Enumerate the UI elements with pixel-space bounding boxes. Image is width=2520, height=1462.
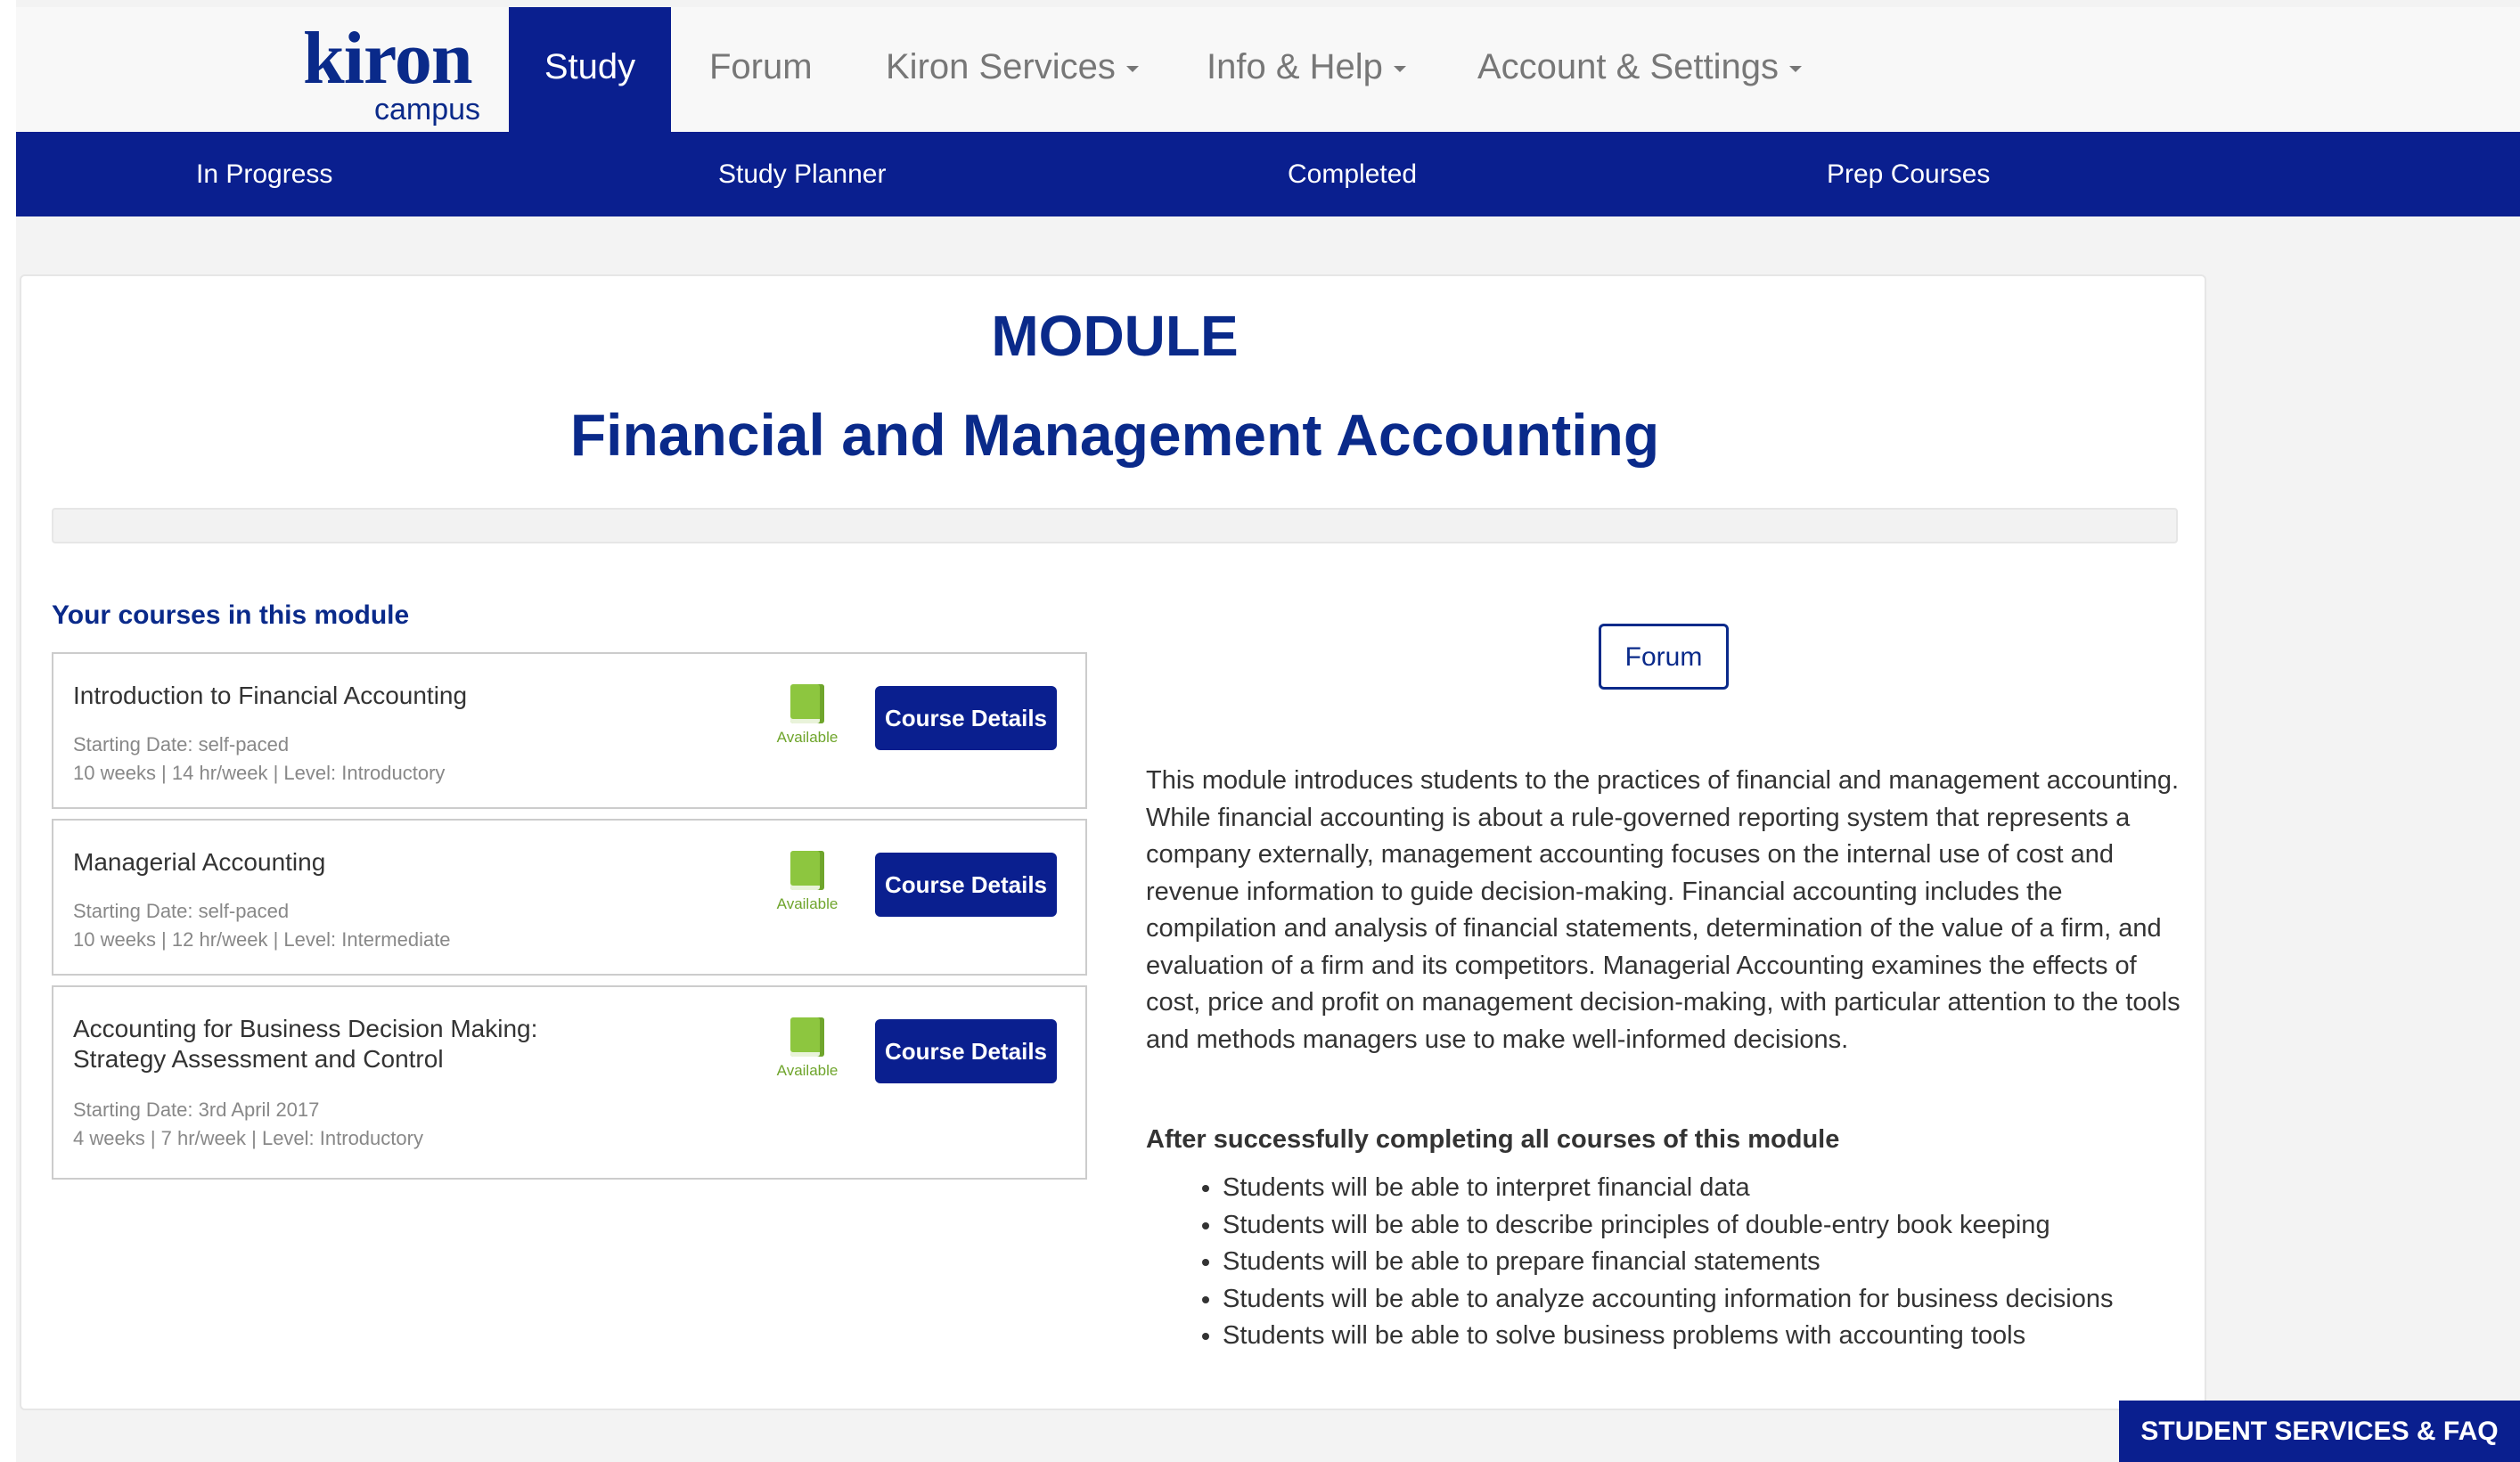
nav-account-settings[interactable]: Account & Settings [1477, 7, 1802, 132]
list-item: Students will be able to prepare financi… [1223, 1244, 2113, 1281]
book-icon [790, 1017, 824, 1057]
kiron-campus-logo[interactable]: kiron campus [285, 21, 499, 128]
nav-study-label: Study [544, 47, 636, 86]
availability-indicator: Available [772, 851, 843, 913]
subnav-study-planner[interactable]: Study Planner [718, 132, 886, 216]
nav-kiron-services-label: Kiron Services [886, 47, 1116, 86]
course-start-date: Starting Date: self-paced [73, 733, 290, 756]
nav-info-help[interactable]: Info & Help [1207, 7, 1406, 132]
nav-forum-label: Forum [709, 47, 813, 86]
page: kiron campus Study Forum Kiron Services … [16, 0, 2520, 1462]
availability-label: Available [776, 895, 839, 912]
nav-info-help-label: Info & Help [1207, 47, 1383, 86]
list-item: Students will be able to describe princi… [1223, 1207, 2113, 1245]
availability-indicator: Available [772, 1017, 843, 1080]
study-sub-navigation: In Progress Study Planner Completed Prep… [16, 132, 2520, 216]
course-details-button[interactable]: Course Details [875, 1019, 1057, 1083]
course-card: Accounting for Business Decision Making:… [52, 985, 1087, 1180]
course-details-meta: 4 weeks | 7 hr/week | Level: Introductor… [73, 1127, 423, 1149]
course-details-meta: 10 weeks | 12 hr/week | Level: Intermedi… [73, 928, 451, 951]
book-icon [790, 684, 824, 723]
course-details-button[interactable]: Course Details [875, 686, 1057, 750]
subnav-prep-courses[interactable]: Prep Courses [1827, 132, 1990, 216]
subnav-completed[interactable]: Completed [1288, 132, 1417, 216]
course-start-date: Starting Date: self-paced [73, 900, 290, 922]
student-services-faq-button[interactable]: STUDENT SERVICES & FAQ [2119, 1401, 2520, 1462]
availability-indicator: Available [772, 684, 843, 747]
courses-heading: Your courses in this module [52, 600, 410, 630]
logo-wordmark: kiron [303, 17, 473, 100]
module-title: Financial and Management Accounting [569, 402, 1660, 468]
nav-kiron-services[interactable]: Kiron Services [886, 7, 1139, 132]
course-start-date: Starting Date: 3rd April 2017 [73, 1099, 320, 1121]
caret-down-icon [1125, 65, 1139, 72]
course-title: Introduction to Financial Accounting [73, 682, 468, 709]
logo-subtitle: campus [374, 93, 481, 127]
outcomes-heading: After successfully completing all course… [1146, 1125, 1840, 1154]
course-details-meta: 10 weeks | 14 hr/week | Level: Introduct… [73, 762, 446, 784]
nav-account-settings-label: Account & Settings [1477, 47, 1779, 86]
module-description: This module introduces students to the p… [1146, 766, 2180, 1054]
subnav-in-progress[interactable]: In Progress [196, 132, 332, 216]
list-item: Students will be able to interpret finan… [1223, 1170, 2113, 1207]
outcomes-list: Students will be able to interpret finan… [1183, 1170, 2113, 1355]
book-icon [790, 851, 824, 890]
caret-down-icon [1393, 65, 1406, 72]
nav-study[interactable]: Study [509, 7, 671, 132]
module-forum-button[interactable]: Forum [1599, 624, 1729, 690]
module-label: MODULE [991, 304, 1239, 368]
module-progress-bar [52, 508, 2178, 543]
nav-forum[interactable]: Forum [709, 7, 813, 132]
course-title: Managerial Accounting [73, 848, 326, 876]
caret-down-icon [1788, 65, 1802, 72]
top-navigation: kiron campus Study Forum Kiron Services … [16, 7, 2520, 132]
availability-label: Available [776, 729, 839, 746]
availability-label: Available [776, 1062, 839, 1079]
course-title: Accounting for Business Decision Making:… [73, 1015, 538, 1073]
module-card: MODULE Financial and Management Accounti… [20, 274, 2206, 1410]
list-item: Students will be able to analyze account… [1223, 1281, 2113, 1319]
course-card: Introduction to Financial Accounting Sta… [52, 652, 1087, 809]
course-card: Managerial Accounting Starting Date: sel… [52, 819, 1087, 976]
list-item: Students will be able to solve business … [1223, 1318, 2113, 1355]
course-details-button[interactable]: Course Details [875, 853, 1057, 917]
